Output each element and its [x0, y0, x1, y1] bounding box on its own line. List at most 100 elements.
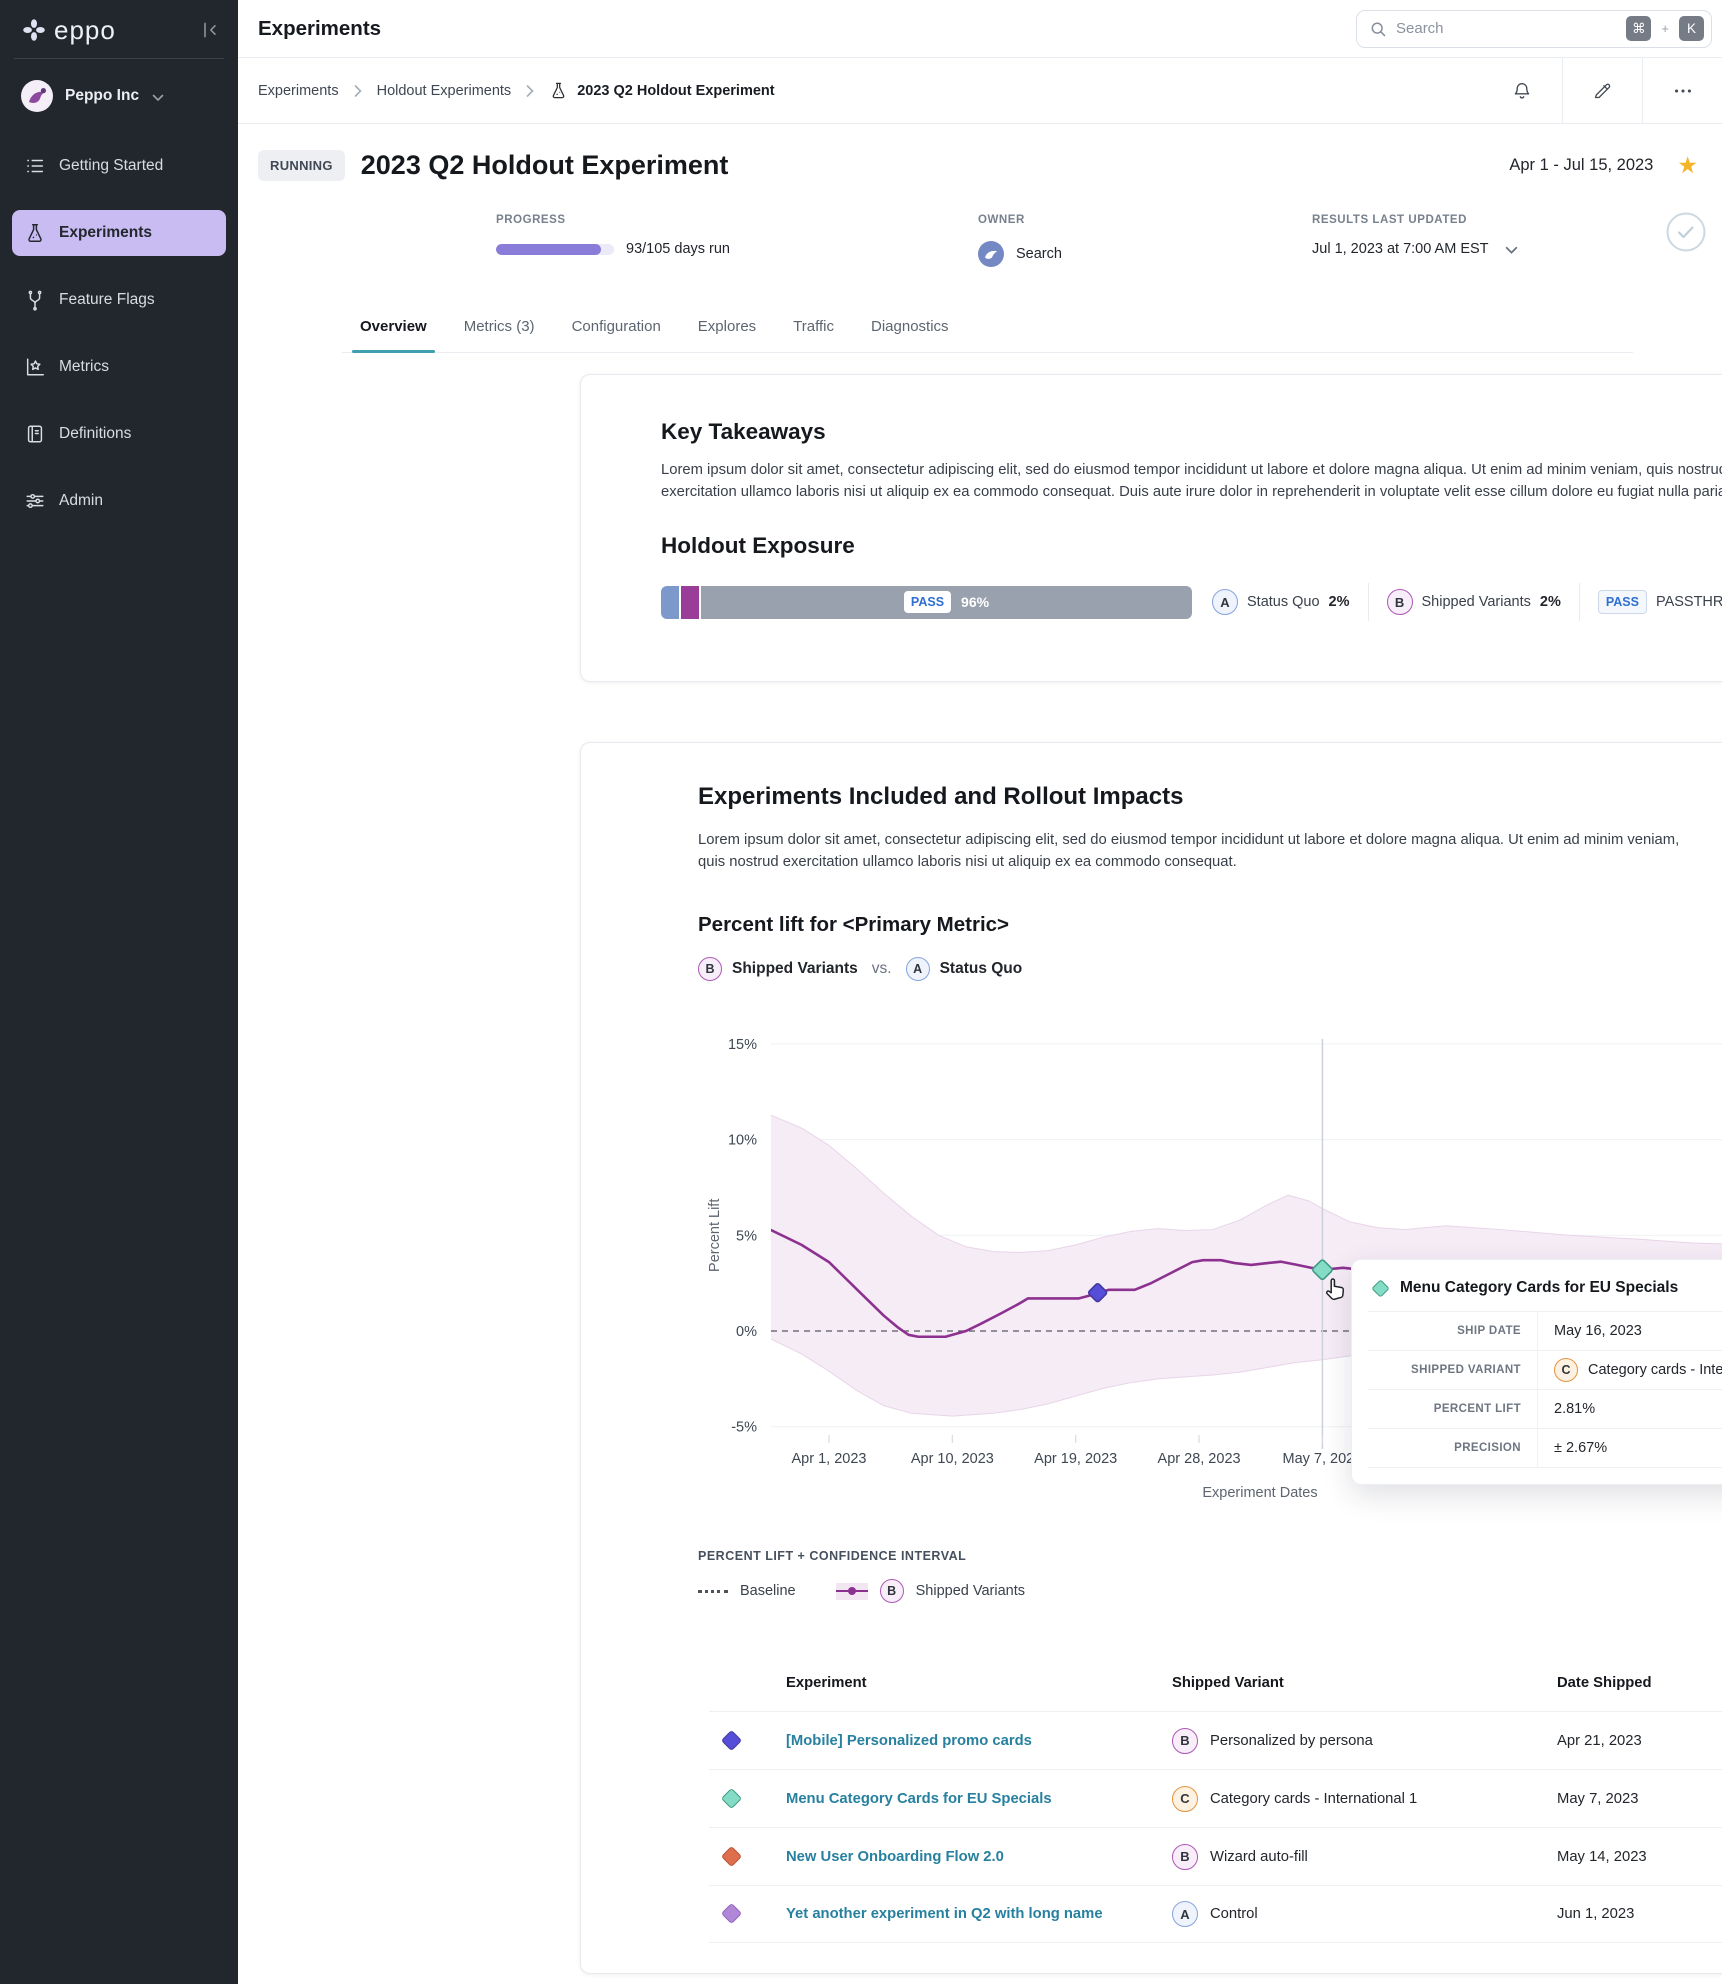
header-experiment: Experiment — [786, 1675, 867, 1691]
compare-vs: vs. — [872, 960, 892, 978]
variant-b-circle: B — [698, 957, 722, 981]
sidebar-item-definitions[interactable]: Definitions — [12, 411, 226, 457]
experiment-date-range: Apr 1 - Jul 15, 2023 — [1509, 156, 1653, 175]
tab-explores[interactable]: Explores — [698, 318, 756, 352]
table-row[interactable]: Yet another experiment in Q2 with long n… — [709, 1885, 1722, 1943]
sidebar-item-admin[interactable]: Admin — [12, 478, 226, 524]
tab-metrics-3-[interactable]: Metrics (3) — [464, 318, 535, 352]
tooltip-row-value: ± 2.67% — [1538, 1429, 1607, 1467]
tooltip-row-label: SHIPPED VARIANT — [1368, 1351, 1538, 1389]
variant-b-circle: B — [1387, 589, 1413, 615]
experiment-link[interactable]: Yet another experiment in Q2 with long n… — [786, 1906, 1103, 1922]
tab-overview[interactable]: Overview — [360, 318, 427, 352]
legend-label: PASSTHROUGH — [1656, 594, 1722, 610]
sidebar-item-metrics[interactable]: Metrics — [12, 344, 226, 390]
sidebar-item-label: Admin — [59, 492, 103, 510]
date-shipped-cell: Jun 1, 2023 — [1557, 1906, 1634, 1922]
experiment-link[interactable]: Menu Category Cards for EU Specials — [786, 1791, 1052, 1807]
sidebar-item-label: Getting Started — [59, 157, 163, 175]
search-icon — [1369, 20, 1387, 38]
chart-heading: Percent lift for <Primary Metric> — [698, 913, 1722, 937]
tooltip-title: Menu Category Cards for EU Specials — [1400, 1279, 1678, 1297]
breadcrumb: Experiments Holdout Experiments 2023 Q2 … — [238, 58, 1482, 123]
flask-icon — [24, 222, 46, 244]
experiment-link[interactable]: [Mobile] Personalized promo cards — [786, 1733, 1032, 1749]
tooltip-table: SHIP DATEMay 16, 2023SHIPPED VARIANTCCat… — [1368, 1311, 1722, 1468]
breadcrumb-holdout-experiments[interactable]: Holdout Experiments — [377, 83, 512, 99]
experiment-title-row: RUNNING 2023 Q2 Holdout Experiment Apr 1… — [238, 124, 1722, 206]
checks-block: All checks passed Open Diagnostics — [1666, 212, 1722, 286]
shipped-variant-cell: BPersonalized by persona — [1172, 1728, 1373, 1754]
branch-icon — [24, 289, 46, 311]
bar-segment-shipped-variants — [681, 586, 699, 619]
date-shipped-cell: May 14, 2023 — [1557, 1849, 1647, 1865]
shipped-variant-cell: BWizard auto-fill — [1172, 1844, 1308, 1870]
tooltip-row-value: May 16, 2023 — [1538, 1312, 1642, 1350]
edit-pencil-button[interactable] — [1562, 58, 1642, 123]
topbar: Experiments ⌘ + K — [238, 0, 1722, 58]
rollout-body: Lorem ipsum dolor sit amet, consectetur … — [698, 829, 1708, 873]
bar-segment-passthrough: PASS96% — [701, 586, 1192, 619]
rollout-impacts-card: Experiments Included and Rollout Impacts… — [580, 742, 1722, 1974]
notifications-bell-button[interactable] — [1482, 58, 1562, 123]
key-takeaways-body: Lorem ipsum dolor sit amet, consectetur … — [661, 459, 1722, 503]
experiment-title: 2023 Q2 Holdout Experiment — [361, 150, 1494, 181]
table-row[interactable]: New User Onboarding Flow 2.0 BWizard auto… — [709, 1827, 1722, 1885]
svg-text:-5%: -5% — [731, 1420, 757, 1436]
legend-label: Status Quo — [1247, 594, 1320, 610]
legend-value: 2% — [1329, 594, 1350, 610]
star-chart-icon — [24, 356, 46, 378]
results-updated-value: Jul 1, 2023 at 7:00 AM EST — [1312, 241, 1489, 257]
sidebar-item-experiments[interactable]: Experiments — [12, 210, 226, 256]
table-row[interactable]: [Mobile] Personalized promo cards BPerson… — [709, 1711, 1722, 1769]
svg-text:0%: 0% — [736, 1324, 757, 1340]
owner-name: Search — [1016, 246, 1062, 262]
check-circle-icon — [1666, 212, 1706, 252]
tab-traffic[interactable]: Traffic — [793, 318, 834, 352]
sidebar-item-feature-flags[interactable]: Feature Flags — [12, 277, 226, 323]
list-icon — [24, 155, 46, 177]
results-updated-dropdown[interactable]: Jul 1, 2023 at 7:00 AM EST — [1312, 241, 1518, 257]
table-row[interactable]: Menu Category Cards for EU SpecialsCCate… — [709, 1769, 1722, 1827]
experiment-diamond-icon — [721, 1845, 742, 1866]
tabs: Overview Metrics (3) Configuration Explores… — [342, 296, 1633, 353]
owner-block: OWNER Search — [978, 214, 1062, 267]
tooltip-header: Menu Category Cards for EU Specials — [1352, 1260, 1722, 1311]
sidebar-item-label: Feature Flags — [59, 291, 155, 309]
progress-block: PROGRESS 93/105 days run — [496, 214, 730, 257]
main-area: Experiments ⌘ + K Experiments Holdout Ex… — [238, 0, 1722, 1984]
more-options-button[interactable] — [1642, 58, 1722, 123]
sidebar-collapse-icon[interactable] — [200, 20, 220, 40]
baseline-dotted-swatch — [698, 1590, 728, 1593]
baseline-label: Baseline — [740, 1583, 796, 1599]
search-input[interactable] — [1396, 20, 1617, 37]
tooltip-row-value: 2.81% — [1538, 1390, 1595, 1428]
tooltip-row-value: CCategory cards - International 1 — [1538, 1351, 1722, 1389]
tab-configuration[interactable]: Configuration — [572, 318, 661, 352]
tab-diagnostics[interactable]: Diagnostics — [871, 318, 949, 352]
sidebar-item-getting-started[interactable]: Getting Started — [12, 143, 226, 189]
sidebar-item-label: Experiments — [59, 224, 152, 242]
search-box[interactable]: ⌘ + K — [1356, 10, 1712, 48]
svg-text:5%: 5% — [736, 1228, 757, 1244]
key-takeaways-title: Key Takeaways — [661, 419, 1722, 445]
org-avatar — [20, 79, 54, 113]
date-shipped-cell: Apr 21, 2023 — [1557, 1733, 1642, 1749]
status-badge: RUNNING — [258, 150, 345, 181]
progress-bar — [496, 244, 614, 255]
page-title: Experiments — [258, 17, 1356, 41]
experiment-link[interactable]: New User Onboarding Flow 2.0 — [786, 1849, 1004, 1865]
sidebar-nav: Getting Started Experiments Feature Flags M… — [0, 143, 238, 524]
legend-label: Shipped Variants — [1422, 594, 1531, 610]
org-switcher[interactable]: Peppo Inc — [0, 59, 238, 113]
exposure-legend: A Status Quo 2% B Shipped Variants 2% PA… — [1212, 583, 1722, 621]
favorite-star-icon[interactable]: ★ — [1677, 154, 1698, 177]
breadcrumb-experiments[interactable]: Experiments — [258, 83, 339, 99]
flask-icon — [549, 81, 568, 100]
compare-a-label: Status Quo — [940, 960, 1023, 978]
sidebar-item-label: Definitions — [59, 425, 131, 443]
book-icon — [24, 423, 46, 445]
chart-compare-row: B Shipped Variants vs. A Status Quo — [698, 957, 1722, 981]
svg-text:Apr 10, 2023: Apr 10, 2023 — [911, 1451, 994, 1467]
breadcrumb-current-label: 2023 Q2 Holdout Experiment — [577, 83, 774, 99]
